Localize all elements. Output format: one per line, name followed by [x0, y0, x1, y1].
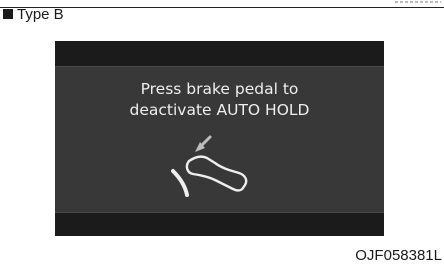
figure-code: OJF058381L: [355, 247, 442, 264]
shoe-icon: [185, 155, 248, 192]
warning-message: Press brake pedal to deactivate AUTO HOL…: [55, 79, 384, 121]
cluster-display-panel: Press brake pedal to deactivate AUTO HOL…: [55, 41, 384, 236]
square-bullet-icon: [3, 9, 13, 19]
foot-pressing-brake-pedal-icon: [171, 135, 248, 197]
section-heading: Type B: [3, 6, 64, 24]
display-bottom-bar: [55, 212, 384, 236]
brake-pedal-shape: [171, 169, 189, 197]
section-heading-label: Type B: [17, 6, 64, 23]
display-top-bar: [55, 41, 384, 67]
top-rule: [0, 1, 444, 8]
warning-message-line2: deactivate AUTO HOLD: [129, 101, 310, 119]
press-arrow-icon: [195, 135, 212, 152]
warning-message-line1: Press brake pedal to: [140, 80, 299, 98]
